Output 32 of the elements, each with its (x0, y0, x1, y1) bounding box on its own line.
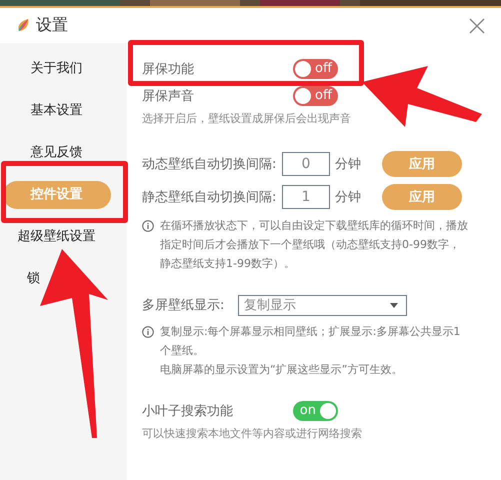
hint-text: 选择开启后，壁纸设置成屏保后会出现声音 (142, 111, 352, 127)
toggle-switch[interactable]: off (293, 86, 338, 106)
leaf-logo-icon (17, 18, 30, 33)
setting-label: 小叶子搜索功能 (142, 402, 234, 420)
setting-label: 多屏壁纸显示: (142, 297, 226, 314)
setting-label: 静态壁纸自动切换间隔: (142, 188, 278, 206)
info-icon (142, 220, 154, 232)
caret-icon (390, 302, 398, 308)
sidebar-item[interactable]: 意见反馈 (2, 139, 110, 167)
sidebar-item[interactable]: 超级壁纸设置 (2, 223, 110, 251)
apply-button[interactable]: 应用 (382, 184, 462, 210)
info-icon (142, 326, 154, 338)
info-text: 在循环播放状态下，可以自由设定下载壁纸库的循环时间，播放指定时间后才会播放下一个壁纸哦（动态壁纸支持0-99数字，静态壁纸支持1-99数字）。 (160, 218, 468, 272)
unit-label: 分钟 (335, 156, 362, 172)
window-title: 设置 (36, 15, 68, 36)
sidebar-item[interactable]: 关于我们 (2, 55, 110, 83)
apply-button[interactable]: 应用 (382, 150, 462, 176)
setting-label: 屏保功能 (142, 60, 195, 78)
sidebar-item[interactable]: 基本设置 (2, 97, 110, 125)
info-text: 电脑屏幕的显示设置为“扩展这些显示”方可生效。 (160, 362, 404, 378)
dropdown[interactable]: 复制显示 (238, 294, 407, 316)
close-icon[interactable] (469, 18, 485, 34)
sidebar-item[interactable]: 锁 (27, 265, 40, 293)
hint-text: 可以快速搜索本地文件等内容或进行网络搜索 (142, 426, 363, 442)
setting-label: 屏保声音 (142, 88, 195, 104)
toggle-switch[interactable]: on (293, 400, 338, 420)
setting-label: 动态壁纸自动切换间隔: (142, 156, 278, 172)
number-field[interactable]: 0 (282, 152, 330, 176)
toggle-switch[interactable]: off (293, 58, 338, 78)
info-text: 复制显示:每个屏幕显示相同壁纸；扩展显示:多屏幕公共显示1个壁纸。 (160, 324, 462, 359)
unit-label: 分钟 (335, 188, 362, 206)
number-field[interactable]: 1 (282, 184, 330, 208)
